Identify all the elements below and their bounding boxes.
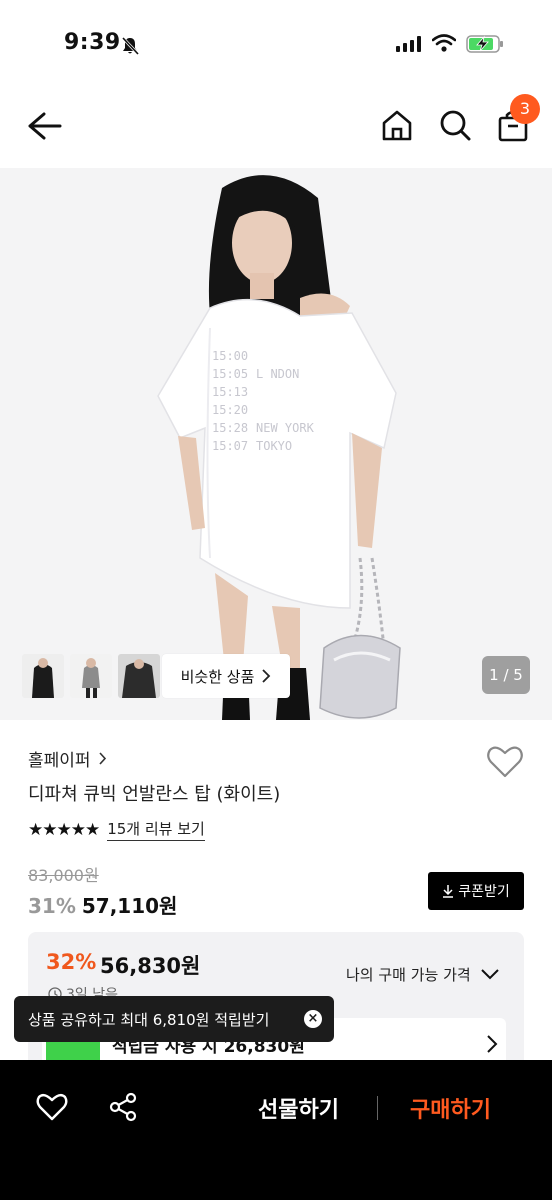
status-time: 9:39 — [64, 30, 121, 55]
review-link[interactable]: 15개 리뷰 보기 — [107, 818, 205, 841]
chevron-right-icon — [98, 752, 106, 765]
brand-name: 홀페이퍼 — [28, 751, 91, 771]
buy-button[interactable]: 구매하기 — [410, 1092, 491, 1124]
sale-price: 57,110원 — [81, 894, 178, 918]
coupon-label: 쿠폰받기 — [458, 884, 510, 900]
bottom-action-bar: 선물하기 구매하기 — [0, 1060, 552, 1200]
shirt-print-line: 15:20 — [212, 403, 248, 417]
cart-count-badge: 3 — [510, 94, 540, 124]
my-price-toggle[interactable]: 나의 구매 가능 가격 — [346, 964, 499, 985]
product-name: 디파쳐 큐빅 언발란스 탑 (화이트) — [28, 784, 281, 805]
shirt-print-line: 15:07 — [212, 439, 248, 453]
thumbnail-strip — [22, 654, 160, 698]
similar-products-label: 비슷한 상품 — [180, 667, 255, 686]
wifi-icon — [432, 34, 456, 52]
shirt-print-line: 15:00 — [212, 349, 248, 363]
shirt-print-line: 15:13 — [212, 385, 248, 399]
original-price: 83,000원 — [28, 866, 99, 885]
chevron-right-icon — [262, 669, 271, 683]
shirt-print-line: 15:05 — [212, 367, 248, 381]
close-icon[interactable]: × — [304, 1010, 322, 1028]
button-divider — [377, 1096, 378, 1120]
share-reward-toast[interactable]: 상품 공유하고 최대 6,810원 적립받기 × — [14, 996, 334, 1042]
coupon-download-button[interactable]: 쿠폰받기 — [428, 872, 524, 910]
gift-button[interactable]: 선물하기 — [258, 1092, 339, 1124]
my-price: 56,830원 — [100, 954, 201, 978]
shirt-print-line: NEW YORK — [256, 421, 315, 435]
image-counter: 1 / 5 — [482, 656, 530, 694]
toast-message: 상품 공유하고 최대 6,810원 적립받기 — [28, 1010, 270, 1029]
download-icon — [443, 885, 454, 898]
similar-products-button[interactable]: 비슷한 상품 — [162, 654, 290, 698]
cellular-signal-icon — [396, 36, 421, 52]
discount-rate: 31% — [28, 894, 76, 918]
product-image-gallery[interactable]: 15:00 15:05 15:13 15:20 15:28 15:07 L ND… — [0, 168, 552, 720]
sale-price-row: 31% 57,110원 — [28, 890, 177, 919]
search-icon[interactable] — [438, 108, 472, 142]
thumbnail-image[interactable] — [22, 654, 64, 698]
status-bar: 9:39 — [0, 0, 552, 84]
thumbnail-image[interactable] — [118, 654, 160, 698]
bell-muted-icon — [121, 36, 140, 56]
back-arrow-icon[interactable] — [24, 108, 64, 144]
shirt-print-line: 15:28 — [212, 421, 248, 435]
shirt-print-line: L NDON — [256, 367, 299, 381]
top-navigation: 3 — [0, 84, 552, 168]
share-icon[interactable] — [108, 1092, 138, 1122]
chevron-down-icon — [481, 969, 499, 980]
thumbnail-image[interactable] — [70, 654, 112, 698]
rating-row: ★★★★★ 15개 리뷰 보기 — [28, 818, 205, 841]
product-photo: 15:00 15:05 15:13 15:20 15:28 15:07 L ND… — [0, 168, 552, 720]
shirt-print-line: TOKYO — [256, 439, 292, 453]
heart-icon[interactable] — [36, 1092, 68, 1122]
star-rating: ★★★★★ — [28, 819, 100, 840]
my-discount-rate: 32% — [46, 950, 97, 974]
chevron-right-icon — [487, 1035, 498, 1053]
my-price-label: 나의 구매 가능 가격 — [346, 966, 471, 984]
battery-charging-icon — [466, 35, 503, 53]
brand-link[interactable]: 홀페이퍼 — [28, 746, 107, 771]
home-icon[interactable] — [380, 108, 414, 142]
wishlist-heart-icon[interactable] — [486, 744, 524, 780]
